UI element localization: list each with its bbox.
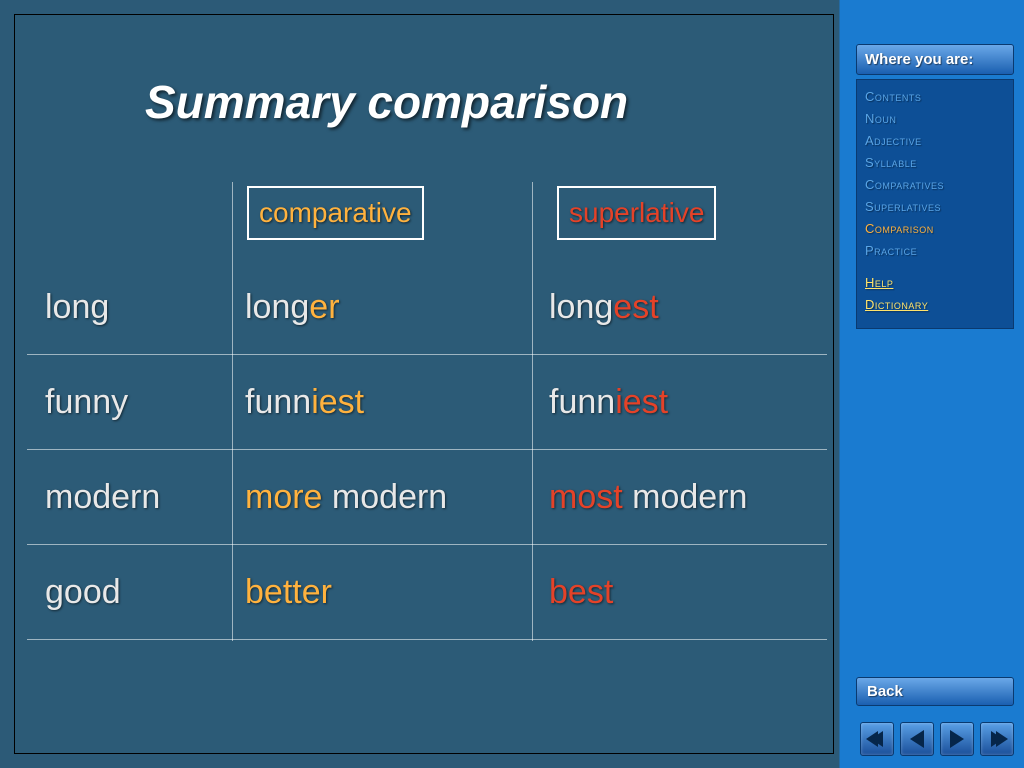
nav-item-adjective[interactable]: Adjective	[865, 130, 1005, 152]
nav-item-practice[interactable]: Practice	[865, 240, 1005, 262]
base-word: good	[45, 545, 225, 640]
comparison-grid: comparative superlative longlongerlonges…	[27, 260, 827, 640]
table-row: funnyfunniestfunniest	[27, 355, 827, 450]
nav-item-comparatives[interactable]: Comparatives	[865, 174, 1005, 196]
base-word: modern	[45, 450, 225, 545]
superlative-cell: funniest	[549, 355, 829, 450]
nav-next-button[interactable]	[940, 722, 974, 756]
superlative-cell: longest	[549, 260, 829, 355]
base-word: long	[45, 260, 225, 355]
nav-item-syllable[interactable]: Syllable	[865, 152, 1005, 174]
comparative-cell: funniest	[245, 355, 525, 450]
nav-item-noun[interactable]: Noun	[865, 108, 1005, 130]
table-row: longlonger longest	[27, 260, 827, 355]
base-word: funny	[45, 355, 225, 450]
table-row: goodbetter best	[27, 545, 827, 640]
nav-aux-help[interactable]: Help	[865, 272, 1005, 294]
nav-item-superlatives[interactable]: Superlatives	[865, 196, 1005, 218]
column-header-comparative: comparative	[247, 186, 424, 240]
sidebar: Where you are: ContentsNounAdjectiveSyll…	[856, 44, 1014, 329]
nav-aux-dictionary[interactable]: Dictionary	[865, 294, 1005, 316]
slide-area: Summary comparison comparative superlati…	[14, 14, 834, 754]
table-row: modernmore modern most modern	[27, 450, 827, 545]
back-button[interactable]: Back	[856, 677, 1014, 706]
sidebar-heading: Where you are:	[856, 44, 1014, 75]
nav-arrows	[860, 722, 1014, 756]
nav-item-contents[interactable]: Contents	[865, 86, 1005, 108]
nav-list: ContentsNounAdjectiveSyllableComparative…	[856, 79, 1014, 329]
nav-first-button[interactable]	[860, 722, 894, 756]
nav-item-comparison[interactable]: Comparison	[865, 218, 1005, 240]
column-header-superlative: superlative	[557, 186, 716, 240]
app-stage: Summary comparison comparative superlati…	[0, 0, 1024, 768]
slide-title: Summary comparison	[145, 75, 628, 129]
comparative-cell: better	[245, 545, 525, 640]
nav-prev-button[interactable]	[900, 722, 934, 756]
superlative-cell: best	[549, 545, 829, 640]
nav-last-button[interactable]	[980, 722, 1014, 756]
superlative-cell: most modern	[549, 450, 829, 545]
comparative-cell: more modern	[245, 450, 525, 545]
comparative-cell: longer	[245, 260, 525, 355]
